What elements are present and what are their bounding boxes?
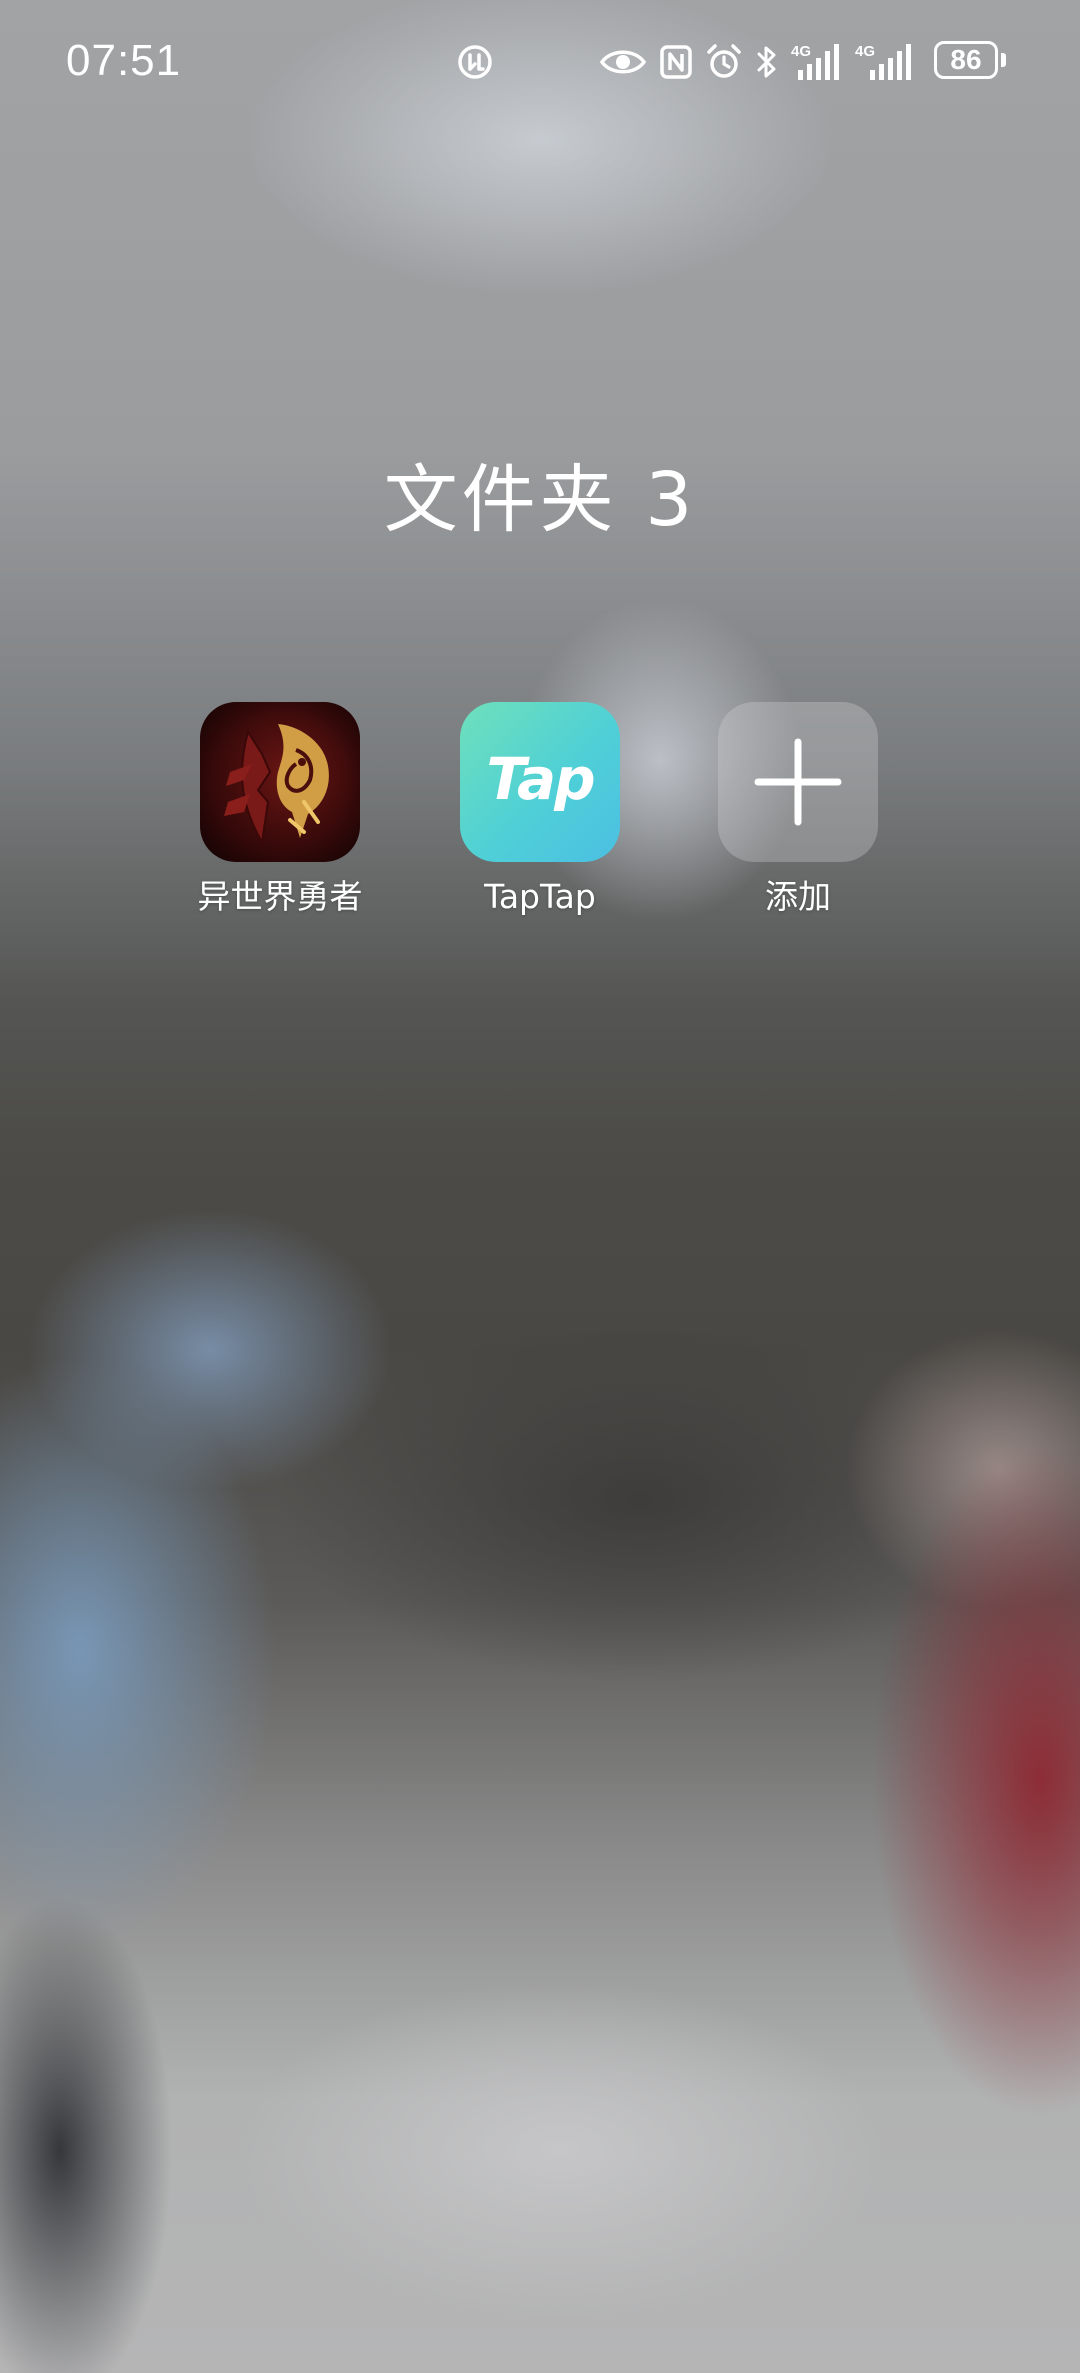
battery-tip — [1001, 53, 1006, 67]
data-saver-icon — [454, 40, 496, 84]
app-label: TapTap — [484, 877, 596, 916]
signal-4g-icon: 4G — [854, 40, 920, 84]
bluetooth-icon — [752, 40, 782, 84]
app-label: 添加 — [765, 877, 831, 916]
horde-emblem-icon[interactable] — [200, 702, 360, 862]
blurred-wallpaper — [0, 0, 1080, 2373]
signal-4g-icon: 4G — [790, 40, 844, 84]
app-yishijie-yongzhe[interactable]: 异世界勇者 — [170, 702, 390, 918]
taptap-logo-text: Tap — [486, 745, 595, 813]
eye-comfort-icon — [598, 40, 648, 84]
add-app-button[interactable]: 添加 — [688, 702, 908, 918]
nfc-icon — [658, 40, 694, 84]
battery-level: 86 — [950, 44, 982, 75]
status-time: 07:51 — [66, 36, 182, 85]
add-icon[interactable] — [718, 702, 878, 862]
battery-icon: 86 — [934, 41, 998, 79]
alarm-icon — [704, 40, 744, 84]
app-label: 异世界勇者 — [197, 877, 363, 916]
app-taptap[interactable]: Tap TapTap — [430, 702, 650, 918]
signal-1-label: 4G — [791, 43, 811, 60]
folder-title[interactable]: 文件夹 3 — [0, 440, 1080, 547]
status-bar: 07:51 4G 4G 86 — [0, 0, 1080, 124]
signal-2-label: 4G — [855, 43, 875, 60]
taptap-logo-icon[interactable]: Tap — [460, 702, 620, 862]
